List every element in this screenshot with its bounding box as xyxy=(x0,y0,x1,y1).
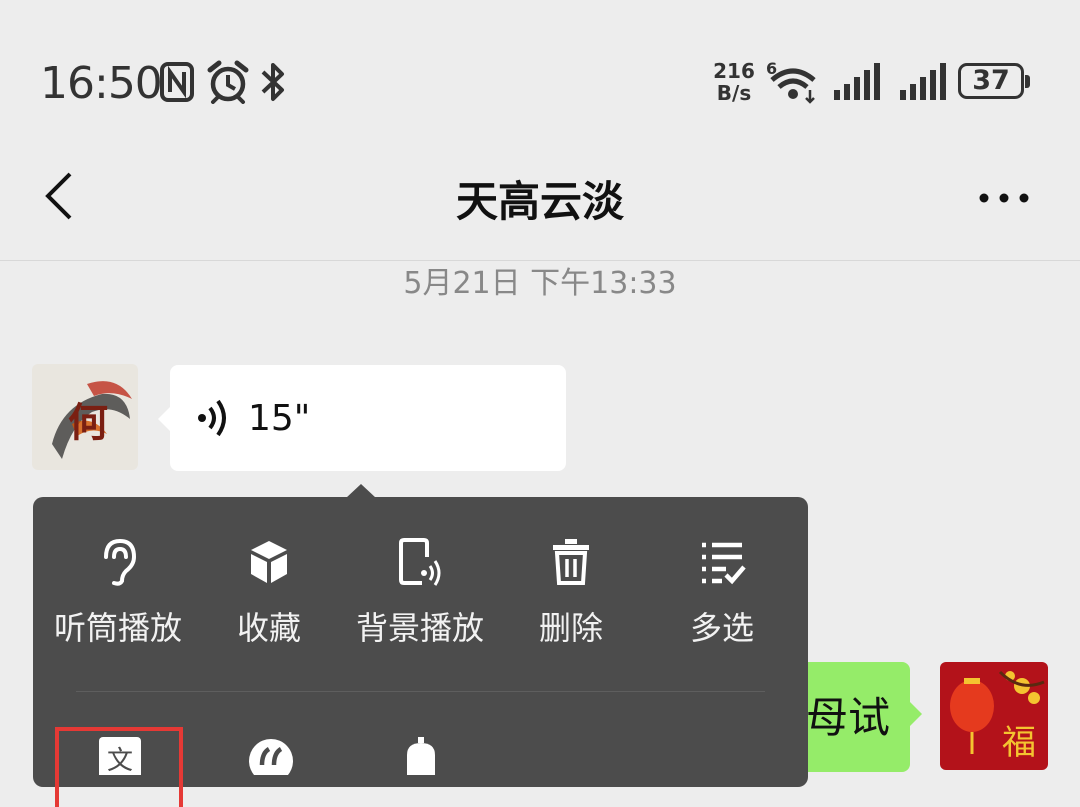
translate-icon: 文 xyxy=(99,737,141,787)
avatar[interactable]: 何 xyxy=(32,364,138,470)
quote-icon xyxy=(249,739,293,783)
battery-icon: 37 xyxy=(958,63,1030,99)
status-time: 16:50 xyxy=(40,58,163,109)
message-timestamp: 5月21日 下午13:33 xyxy=(403,266,677,301)
signal-icon xyxy=(834,63,880,100)
chat-title: 天高云淡 xyxy=(455,177,624,226)
voice-waves-icon xyxy=(198,399,226,437)
menu-pointer xyxy=(346,484,376,498)
multi-select-icon xyxy=(702,542,746,585)
menu-item-multi-select[interactable]: 多选 xyxy=(647,537,797,649)
cube-icon xyxy=(251,541,287,583)
signal-icon xyxy=(900,63,946,100)
menu-divider xyxy=(76,691,765,692)
svg-text:福: 福 xyxy=(1002,723,1036,763)
avatar[interactable]: 福 xyxy=(940,662,1048,770)
menu-item-earpiece-play[interactable]: 听筒播放 xyxy=(43,537,193,649)
more-dots-icon[interactable] xyxy=(976,180,1032,216)
ear-icon xyxy=(104,538,137,586)
context-menu: 听筒播放 收藏 背景播放 删除 多选 文 xyxy=(33,497,808,807)
trash-icon xyxy=(553,539,589,585)
wifi-icon: 6 xyxy=(766,60,816,104)
remind-icon xyxy=(407,737,435,775)
menu-item-translate[interactable]: 文 xyxy=(97,735,143,787)
alarm-icon xyxy=(207,60,249,104)
voice-message-bubble[interactable]: 15" xyxy=(158,365,566,471)
phone-sound-icon xyxy=(399,538,441,586)
menu-item-delete[interactable]: 删除 xyxy=(496,537,646,649)
sent-message-text: 母试 xyxy=(806,693,891,742)
voice-duration: 15" xyxy=(248,397,311,439)
menu-item-background-play[interactable]: 背景播放 xyxy=(345,537,495,649)
menu-item-favorite[interactable]: 收藏 xyxy=(194,537,344,649)
menu-item-quote[interactable] xyxy=(247,735,295,783)
svg-text:何: 何 xyxy=(68,399,108,446)
nfc-icon xyxy=(160,62,194,102)
bluetooth-icon xyxy=(261,63,284,101)
network-speed: 216 B/s xyxy=(713,59,755,105)
menu-item-remind[interactable] xyxy=(401,735,441,779)
